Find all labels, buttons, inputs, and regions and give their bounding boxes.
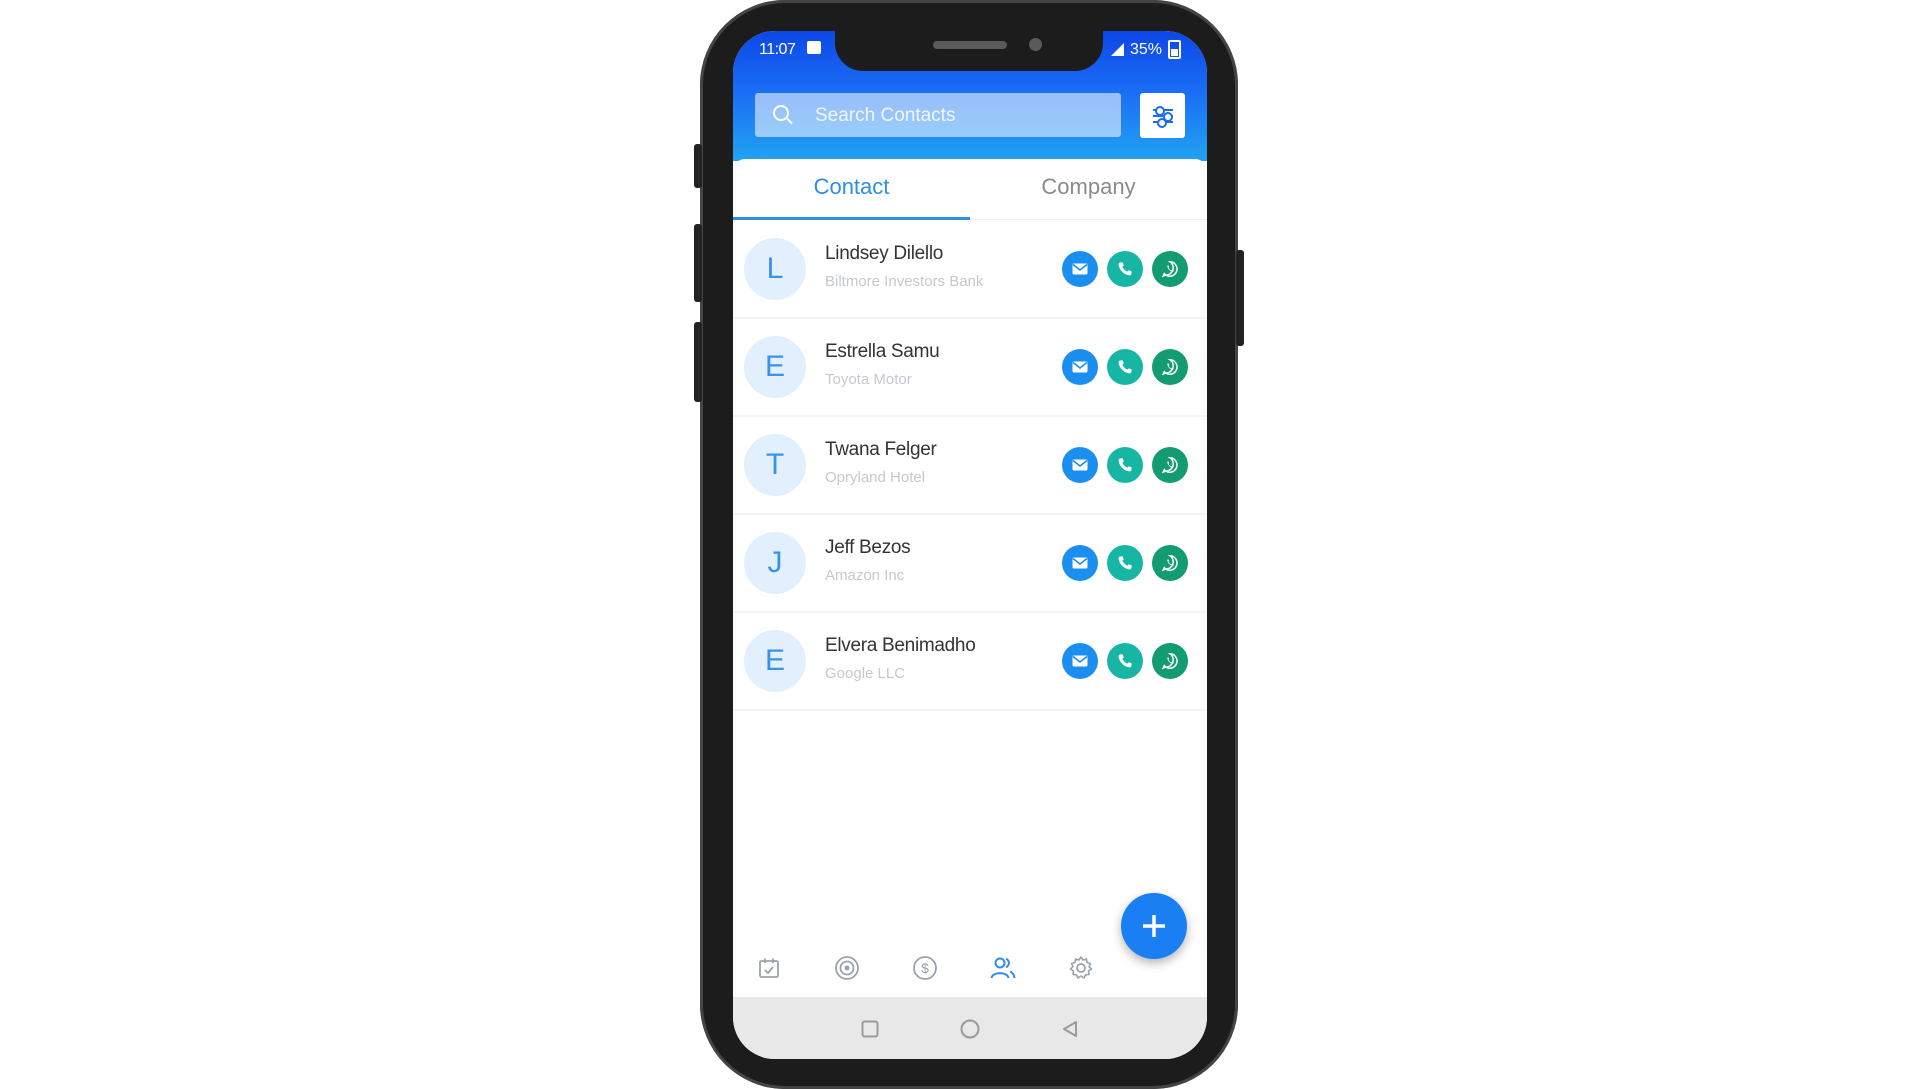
email-button[interactable] (1062, 349, 1098, 385)
nav-contacts[interactable] (988, 953, 1018, 983)
list-item[interactable]: J Jeff Bezos Amazon Inc (733, 515, 1207, 613)
contact-list: L Lindsey Dilello Biltmore Investors Ban… (733, 221, 1207, 711)
contact-name: Twana Felger (825, 439, 937, 460)
search-input[interactable] (813, 93, 1107, 139)
phone-icon (1118, 360, 1132, 374)
phone-icon (1118, 556, 1132, 570)
volume-down-button (694, 224, 702, 302)
plus-icon (1143, 915, 1165, 937)
whatsapp-button[interactable] (1152, 545, 1188, 581)
whatsapp-button[interactable] (1152, 447, 1188, 483)
home-icon (960, 1019, 980, 1039)
battery-icon (1168, 40, 1181, 59)
contact-name: Lindsey Dilello (825, 243, 944, 264)
email-button[interactable] (1062, 643, 1098, 679)
contact-name: Estrella Samu (825, 341, 940, 362)
email-button[interactable] (1062, 447, 1098, 483)
whatsapp-icon (1161, 652, 1178, 670)
volume-up-button (694, 144, 702, 188)
contact-company: Amazon Inc (825, 567, 905, 584)
tab-bar: Contact Company (733, 159, 1207, 220)
active-tab-indicator (733, 217, 970, 220)
mail-icon (1072, 557, 1088, 569)
contact-name: Elvera Benimadho (825, 635, 976, 656)
nav-deals[interactable]: $ (910, 953, 940, 983)
nav-goals[interactable] (832, 953, 862, 983)
call-button[interactable] (1107, 447, 1143, 483)
whatsapp-icon (1161, 456, 1178, 474)
filter-button[interactable] (1140, 93, 1185, 138)
nav-settings[interactable] (1066, 953, 1096, 983)
back-button[interactable] (1058, 1017, 1082, 1041)
search-icon (773, 105, 789, 121)
back-icon (1063, 1021, 1077, 1037)
target-icon (835, 956, 859, 980)
phone-icon (1118, 262, 1132, 276)
contact-company: Toyota Motor (825, 371, 912, 388)
contact-company: Google LLC (825, 665, 906, 682)
recent-apps-button[interactable] (858, 1017, 882, 1041)
email-button[interactable] (1062, 251, 1098, 287)
tab-company[interactable]: Company (970, 159, 1207, 219)
call-button[interactable] (1107, 251, 1143, 287)
dollar-icon: $ (913, 956, 937, 980)
search-box[interactable] (755, 93, 1121, 139)
avatar: L (744, 238, 806, 300)
whatsapp-icon (1161, 358, 1178, 376)
add-contact-button[interactable] (1121, 893, 1187, 959)
phone-icon (1118, 654, 1132, 668)
system-nav-bar (733, 997, 1207, 1059)
contact-company: Opryland Hotel (825, 469, 926, 486)
contact-company: Biltmore Investors Bank (825, 273, 984, 290)
mail-icon (1072, 263, 1088, 275)
avatar: E (744, 336, 806, 398)
contact-name: Jeff Bezos (825, 537, 911, 558)
power-button (1236, 250, 1244, 346)
mail-icon (1072, 655, 1088, 667)
list-item[interactable]: L Lindsey Dilello Biltmore Investors Ban… (733, 221, 1207, 319)
list-item[interactable]: E Elvera Benimadho Google LLC (733, 613, 1207, 711)
side-button-lower (694, 322, 702, 402)
avatar: J (744, 532, 806, 594)
whatsapp-icon (1161, 554, 1178, 572)
home-button[interactable] (958, 1017, 982, 1041)
avatar: E (744, 630, 806, 692)
contacts-icon (990, 957, 1016, 979)
avatar: T (744, 434, 806, 496)
list-item[interactable]: T Twana Felger Opryland Hotel (733, 417, 1207, 515)
front-camera (1029, 38, 1042, 51)
tab-contact[interactable]: Contact (733, 159, 970, 219)
phone-icon (1118, 458, 1132, 472)
call-button[interactable] (1107, 545, 1143, 581)
call-button[interactable] (1107, 349, 1143, 385)
phone-notch (835, 31, 1103, 71)
nav-calendar[interactable] (754, 953, 784, 983)
calendar-check-icon (759, 958, 779, 978)
battery-percent: 35% (1129, 40, 1162, 58)
status-right: 35% (1110, 40, 1181, 59)
mail-icon (1072, 361, 1088, 373)
list-item[interactable]: E Estrella Samu Toyota Motor (733, 319, 1207, 417)
email-button[interactable] (1062, 545, 1098, 581)
gear-icon (1069, 956, 1093, 979)
status-time: 11:07 (759, 41, 796, 58)
svg-text:$: $ (921, 960, 929, 976)
sliders-icon (1152, 105, 1174, 128)
mail-icon (1072, 459, 1088, 471)
call-button[interactable] (1107, 643, 1143, 679)
recent-apps-icon (861, 1020, 879, 1038)
whatsapp-button[interactable] (1152, 251, 1188, 287)
whatsapp-button[interactable] (1152, 643, 1188, 679)
app-screen: 11:07 35% Contact Company (733, 31, 1207, 1059)
image-notification-icon (807, 41, 821, 54)
speaker-grille (933, 41, 1007, 49)
whatsapp-icon (1161, 260, 1178, 278)
signal-icon (1110, 43, 1124, 56)
whatsapp-button[interactable] (1152, 349, 1188, 385)
